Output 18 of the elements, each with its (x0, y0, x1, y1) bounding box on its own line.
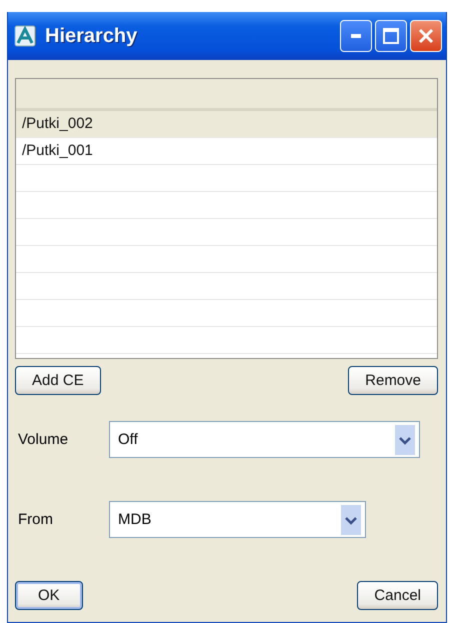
field-label: From (17, 511, 54, 528)
list-button[interactable]: Remove (348, 366, 438, 395)
maximize-icon (383, 28, 399, 44)
dialog-button[interactable]: OK (15, 581, 83, 610)
dropdown[interactable]: Off (109, 421, 420, 458)
close-button[interactable] (410, 20, 442, 52)
list-button[interactable]: Add CE (15, 366, 101, 395)
window-title: Hierarchy (45, 24, 138, 48)
list-item[interactable]: /Putki_001 (16, 138, 437, 165)
dropdown[interactable]: MDB (109, 501, 366, 538)
field-label: Volume (17, 431, 70, 448)
dialog-button[interactable]: Cancel (357, 581, 438, 610)
maximize-button[interactable] (375, 20, 407, 52)
minimize-icon (351, 34, 361, 38)
minimize-button[interactable] (340, 20, 372, 52)
close-icon (418, 28, 434, 44)
list-item[interactable]: /Putki_002 (16, 111, 437, 138)
app-icon (14, 25, 36, 47)
